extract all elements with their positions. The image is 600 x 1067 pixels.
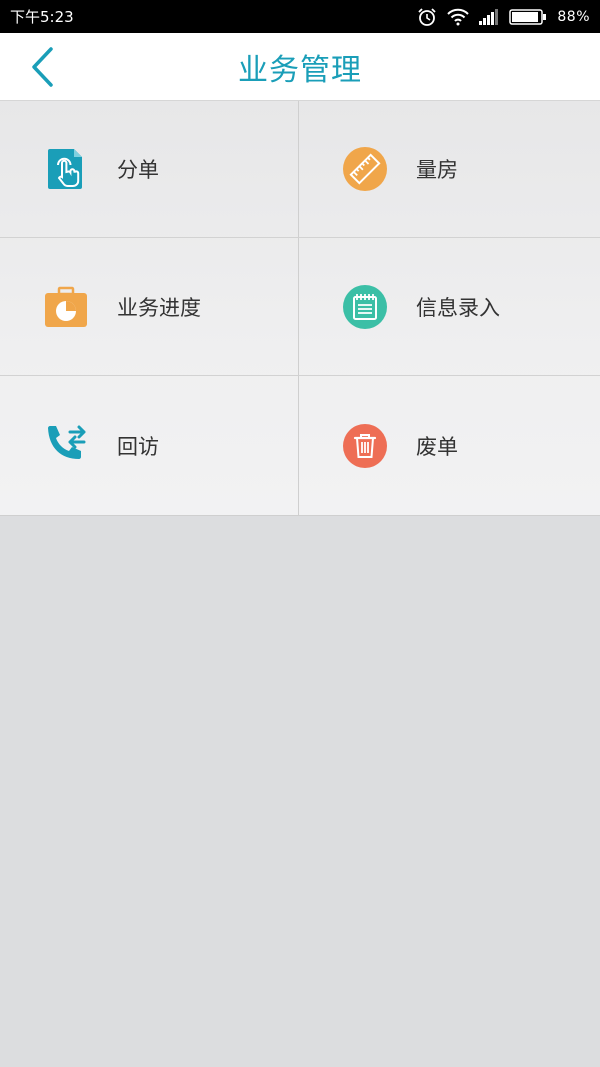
menu-item-void-order[interactable]: 废单 [299, 376, 600, 515]
signal-icon [479, 8, 499, 25]
menu-item-measure[interactable]: 量房 [299, 101, 600, 238]
menu-item-label: 回访 [117, 434, 159, 459]
battery-icon [509, 8, 547, 25]
menu-grid: 分单 量房 业务进度 信息录入 回访 废单 [0, 101, 600, 516]
notepad-icon [343, 284, 387, 329]
chevron-left-icon [32, 47, 53, 87]
menu-item-follow-up[interactable]: 回访 [0, 376, 299, 515]
ruler-icon [343, 147, 387, 191]
menu-item-label: 废单 [416, 434, 458, 459]
trash-icon [343, 423, 387, 468]
briefcase-clock-icon [44, 285, 88, 329]
menu-item-label: 信息录入 [416, 295, 500, 320]
status-bar: 下午5:23 88% [0, 0, 600, 33]
status-icons: 88% [417, 7, 590, 27]
menu-item-label: 量房 [416, 158, 458, 182]
status-time: 下午5:23 [10, 8, 74, 26]
tap-hand-icon [44, 147, 88, 191]
menu-item-dispatch[interactable]: 分单 [0, 101, 299, 238]
menu-item-info-entry[interactable]: 信息录入 [299, 238, 600, 376]
back-button[interactable] [22, 45, 62, 89]
menu-item-progress[interactable]: 业务进度 [0, 238, 299, 376]
page-title: 业务管理 [238, 52, 362, 88]
alarm-icon [417, 7, 437, 27]
battery-percentage: 88% [557, 8, 590, 25]
wifi-icon [447, 8, 470, 26]
phone-arrows-icon [44, 424, 88, 468]
menu-item-label: 分单 [117, 158, 159, 182]
app-header: 业务管理 [0, 33, 600, 101]
menu-item-label: 业务进度 [117, 295, 201, 320]
